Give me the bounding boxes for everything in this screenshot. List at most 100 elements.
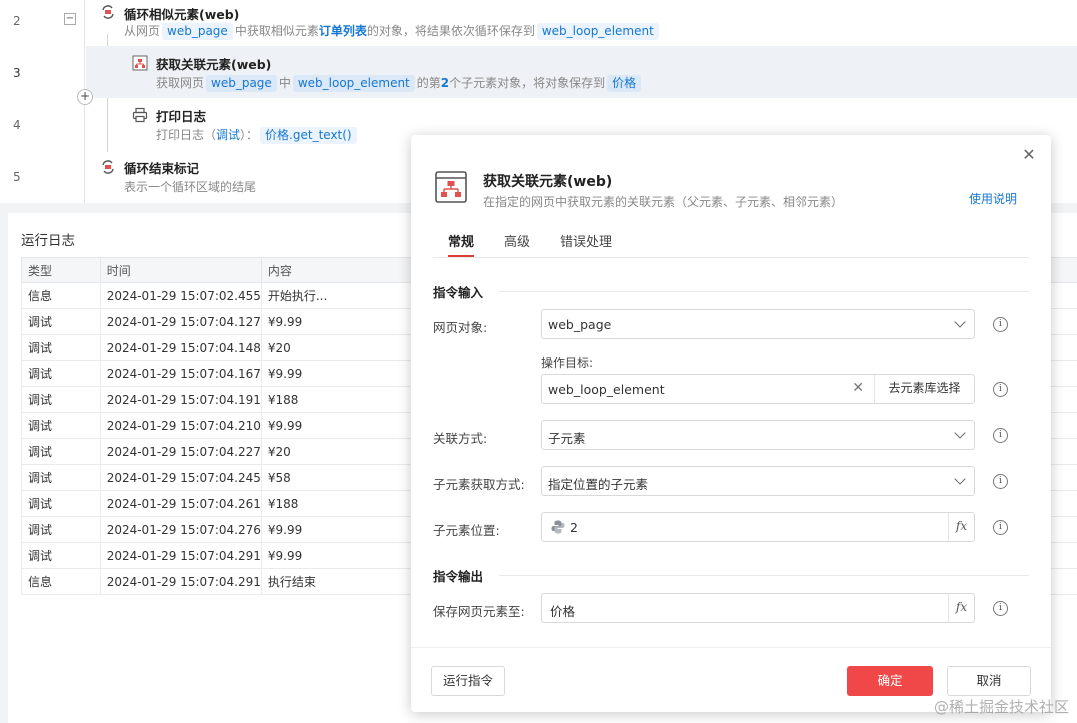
desc-text: 的对象，将结果依次循环保存到	[366, 24, 535, 38]
log-level: 调试	[216, 128, 241, 142]
log-time-cell: 2024-01-29 15:07:02.455	[99, 282, 262, 309]
log-time-cell: 2024-01-29 15:07:04.127	[99, 308, 262, 335]
step-description: 打印日志（调试）： 价格.get_text()	[156, 126, 359, 144]
log-time-cell: 2024-01-29 15:07:04.245	[99, 464, 262, 491]
desc-text: 的第	[416, 76, 441, 90]
run-command-button[interactable]: 运行指令	[431, 666, 505, 696]
log-type-cell: 调试	[21, 490, 101, 517]
log-type-cell: 信息	[21, 282, 101, 309]
log-type-cell: 调试	[21, 516, 101, 543]
child-position-label: 子元素位置:	[433, 523, 500, 538]
fx-expression-button[interactable]: fx	[948, 513, 974, 541]
watermark: @稀土掘金技术社区	[933, 698, 1069, 716]
child-index: 2	[440, 76, 450, 90]
child-method-select[interactable]: 指定位置的子元素	[541, 466, 975, 496]
step-number: 5	[13, 170, 21, 184]
info-icon[interactable]: i	[993, 317, 1008, 332]
desc-text: 打印日志（	[156, 128, 217, 142]
log-type-cell: 信息	[21, 568, 101, 595]
info-icon[interactable]: i	[993, 520, 1008, 535]
info-icon[interactable]: i	[993, 382, 1008, 397]
relation-select[interactable]: 子元素	[541, 420, 975, 450]
flow-step-loop-similar[interactable]: 2 − 循环相似元素(web) 从网页 web_page 中获取相似元素订单列表的对…	[0, 0, 1077, 52]
collapse-toggle-button[interactable]: −	[64, 13, 76, 25]
log-time-cell: 2024-01-29 15:07:04.291	[99, 568, 262, 595]
step-number: 2	[13, 14, 21, 28]
log-type-cell: 调试	[21, 360, 101, 387]
loop-icon	[102, 5, 114, 19]
chevron-down-icon	[954, 427, 966, 439]
step-title: 获取关联元素(web)	[156, 57, 272, 72]
target-label: 操作目标:	[541, 356, 594, 370]
help-link[interactable]: 使用说明	[969, 190, 1017, 207]
related-element-icon	[132, 55, 148, 71]
printer-icon	[132, 107, 148, 123]
fx-expression-button[interactable]: fx	[948, 594, 974, 622]
child-position-value: 2	[570, 520, 578, 535]
variable-chip: web_page	[206, 75, 277, 92]
python-icon	[551, 520, 565, 534]
log-type-cell: 调试	[21, 438, 101, 465]
desc-text: 中	[278, 76, 291, 90]
tabs-divider	[433, 257, 1029, 258]
web-page-value: web_page	[548, 317, 612, 332]
step-number-cell: 3	[0, 46, 86, 98]
dialog-subtitle: 在指定的网页中获取元素的关联元素（父元素、子元素、相邻元素）	[483, 195, 844, 209]
log-type-cell: 调试	[21, 412, 101, 439]
save-to-label: 保存网页元素至:	[433, 604, 525, 619]
variable-chip: 价格.get_text()	[260, 127, 357, 144]
element-library-button[interactable]: 去元素库选择	[874, 375, 974, 403]
child-method-label: 子元素获取方式:	[433, 477, 525, 492]
web-page-label: 网页对象:	[433, 320, 488, 335]
log-time-cell: 2024-01-29 15:07:04.191	[99, 386, 262, 413]
column-header-type[interactable]: 类型	[21, 257, 101, 283]
footer-divider	[411, 647, 1051, 648]
step-number: 4	[13, 118, 21, 132]
run-log-title: 运行日志	[21, 233, 75, 249]
section-divider	[499, 291, 1029, 292]
info-icon[interactable]: i	[993, 428, 1008, 443]
variable-chip: web_loop_element	[292, 75, 415, 92]
info-icon[interactable]: i	[993, 474, 1008, 489]
section-divider	[499, 575, 1029, 576]
step-description: 获取网页 web_page 中 web_loop_element 的第2个子元素对象，将…	[156, 74, 643, 92]
confirm-button[interactable]: 确定	[847, 666, 933, 696]
step-description: 表示一个循环区域的结尾	[124, 180, 257, 194]
child-position-input[interactable]: 2 fx	[541, 512, 975, 542]
web-page-select[interactable]: web_page	[541, 309, 975, 339]
log-time-cell: 2024-01-29 15:07:04.291	[99, 542, 262, 569]
info-icon[interactable]: i	[993, 601, 1008, 616]
cancel-button[interactable]: 取消	[947, 666, 1031, 696]
chevron-down-icon	[954, 473, 966, 485]
clear-icon[interactable]: ✕	[852, 380, 864, 396]
log-time-cell: 2024-01-29 15:07:04.227	[99, 438, 262, 465]
column-header-time[interactable]: 时间	[99, 257, 262, 283]
desc-text: 中获取相似元素	[234, 24, 319, 38]
section-title-input: 指令输入	[433, 285, 484, 300]
dialog-title: 获取关联元素(web)	[483, 174, 613, 190]
step-description: 从网页 web_page 中获取相似元素订单列表的对象，将结果依次循环保存到 web_…	[124, 22, 661, 40]
step-title: 循环结束标记	[124, 161, 200, 176]
log-time-cell: 2024-01-29 15:07:04.261	[99, 490, 262, 517]
log-time-cell: 2024-01-29 15:07:04.210	[99, 412, 262, 439]
tab-advanced[interactable]: 高级	[504, 231, 530, 257]
tab-error-handling[interactable]: 错误处理	[560, 231, 612, 257]
target-element-field[interactable]: web_loop_element ✕ 去元素库选择	[541, 374, 975, 404]
child-method-value: 指定位置的子元素	[548, 477, 649, 492]
log-type-cell: 调试	[21, 464, 101, 491]
desc-text: 个子元素对象，将对象保存到	[449, 76, 606, 90]
variable-chip: web_page	[162, 23, 233, 40]
log-type-cell: 调试	[21, 542, 101, 569]
log-time-cell: 2024-01-29 15:07:04.276	[99, 516, 262, 543]
log-type-cell: 调试	[21, 386, 101, 413]
log-type-cell: 调试	[21, 308, 101, 335]
command-dialog: ✕ 获取关联元素(web) 在指定的网页中获取元素的关联元素（父元素、子元素、相…	[411, 135, 1051, 712]
flow-step-get-related[interactable]: 获取关联元素(web) 获取网页 web_page 中 web_loop_elemen…	[86, 46, 1077, 98]
close-icon[interactable]: ✕	[1021, 147, 1037, 163]
step-title: 循环相似元素(web)	[124, 7, 240, 22]
relation-label: 关联方式:	[433, 431, 488, 446]
tab-general[interactable]: 常规	[448, 231, 475, 257]
desc-text: ）：	[240, 128, 259, 142]
save-to-input[interactable]: 价格 fx	[541, 593, 975, 623]
step-title: 打印日志	[156, 109, 207, 124]
